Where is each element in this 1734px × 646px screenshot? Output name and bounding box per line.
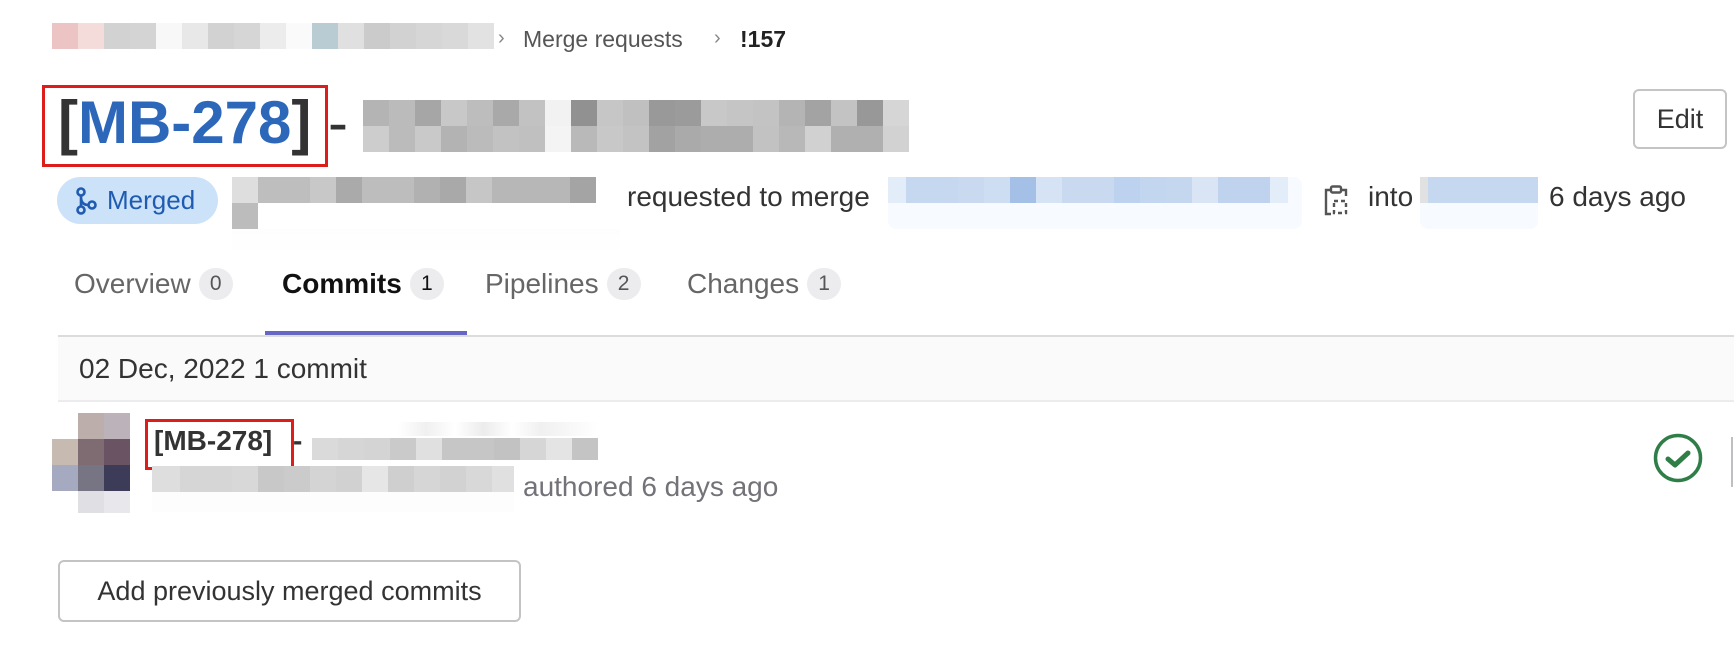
commit-title-redacted[interactable] (312, 422, 598, 462)
author-name-redacted[interactable] (232, 177, 620, 255)
page-title: [MB-278] (58, 89, 312, 156)
status-badge-label: Merged (107, 185, 196, 215)
edit-button[interactable]: Edit (1633, 89, 1727, 149)
title-text-redacted (363, 100, 909, 152)
tab-commits[interactable]: Commits 1 (282, 268, 444, 300)
clipboard-icon[interactable] (1322, 184, 1350, 218)
avatar[interactable] (52, 413, 130, 513)
commit-title-separator: - (293, 425, 303, 456)
breadcrumb-separator-icon: › (714, 27, 721, 49)
source-branch-redacted[interactable] (888, 177, 1302, 229)
tab-overview[interactable]: Overview 0 (74, 268, 233, 300)
merge-icon (75, 186, 97, 215)
commit-date-text: 02 Dec, 2022 1 commit (79, 353, 367, 384)
tab-label: Changes (687, 268, 800, 299)
title-issue-ref[interactable]: MB-278 (78, 89, 291, 156)
breadcrumb-separator-icon: › (498, 27, 505, 49)
commit-title-ref[interactable]: [MB-278] (154, 425, 272, 457)
commit-actions-edge (1731, 437, 1733, 487)
tab-count-badge: 2 (606, 268, 641, 300)
breadcrumb-current-mr[interactable]: !157 (740, 26, 786, 53)
requested-to-merge-text: requested to merge (627, 181, 870, 212)
status-badge: Merged (57, 177, 218, 224)
tab-count-badge: 1 (409, 268, 444, 300)
target-branch-redacted[interactable] (1420, 177, 1538, 229)
tab-changes[interactable]: Changes 1 (687, 268, 842, 300)
tab-count-badge: 0 (198, 268, 233, 300)
tab-pipelines[interactable]: Pipelines 2 (485, 268, 641, 300)
tab-count-badge: 1 (807, 268, 842, 300)
tab-label: Pipelines (485, 268, 599, 299)
commit-authored-time: authored 6 days ago (523, 471, 779, 502)
status-success-icon[interactable] (1652, 432, 1704, 484)
add-previously-merged-commits-button[interactable]: Add previously merged commits (58, 560, 521, 622)
breadcrumb-merge-requests[interactable]: Merge requests (523, 26, 683, 53)
into-text: into (1368, 181, 1414, 212)
commit-author-redacted[interactable] (152, 466, 514, 512)
created-time: 6 days ago (1549, 181, 1686, 212)
breadcrumb-project-path-redacted[interactable] (52, 23, 494, 49)
tab-label: Commits (282, 268, 402, 299)
title-separator: - (328, 89, 348, 156)
tab-label: Overview (74, 268, 191, 299)
